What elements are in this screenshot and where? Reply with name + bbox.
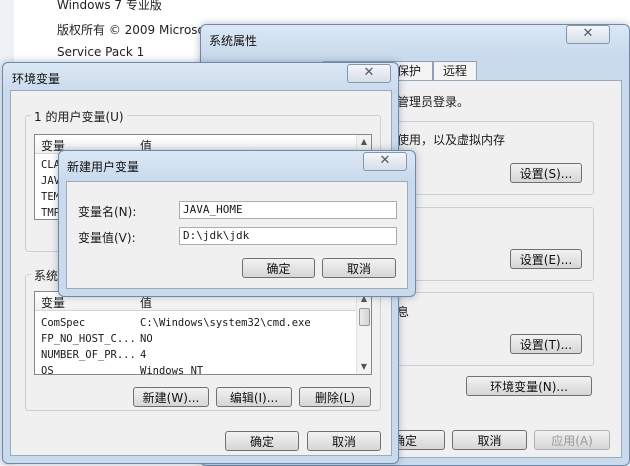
tab-remote[interactable]: 远程 <box>433 61 477 81</box>
startup-settings-button[interactable]: 设置(T)... <box>510 334 582 354</box>
edit-variable-button[interactable]: 编辑(I)... <box>216 387 292 407</box>
table-row[interactable]: OS Windows_NT <box>35 363 357 374</box>
system-variables-label: 系统 <box>31 267 62 284</box>
new-user-variable-dialog: 新建用户变量 ✕ 变量名(N): JAVA_HOME 变量值(V): D:\jd… <box>58 150 416 297</box>
system-properties-apply-button[interactable]: 应用(A) <box>534 430 610 450</box>
variable-value-input[interactable]: D:\jdk\jdk <box>179 227 397 245</box>
environment-variables-ok-button[interactable]: 确定 <box>225 431 299 451</box>
environment-variables-title: 环境变量 <box>12 72 61 86</box>
variable-name-input[interactable]: JAVA_HOME <box>179 201 397 219</box>
service-pack-text: Service Pack 1 <box>57 45 145 59</box>
system-variables-list[interactable]: 变量 值 ComSpec C:\Windows\system32\cmd.exe … <box>34 291 372 375</box>
windows-edition-text: Windows 7 专业版 <box>57 0 162 12</box>
close-icon: ✕ <box>363 65 375 80</box>
new-variable-cancel-button[interactable]: 取消 <box>322 258 396 278</box>
new-user-variable-title: 新建用户变量 <box>67 160 140 174</box>
delete-variable-button[interactable]: 删除(L) <box>299 387 371 407</box>
table-row[interactable]: FP_NO_HOST_C... NO <box>35 331 357 347</box>
environment-variables-close-button[interactable]: ✕ <box>347 64 391 83</box>
scroll-down-icon[interactable]: ▼ <box>357 360 371 374</box>
system-list-scrollbar[interactable]: ▲ ▼ <box>356 292 371 374</box>
copyright-text: 版权所有 © 2009 Microso <box>57 23 205 37</box>
new-variable-button[interactable]: 新建(W)... <box>133 387 209 407</box>
close-icon: ✕ <box>582 26 594 41</box>
new-user-variable-client: 变量名(N): JAVA_HOME 变量值(V): D:\jdk\jdk 确定 … <box>66 181 408 289</box>
new-variable-ok-button[interactable]: 确定 <box>242 258 315 278</box>
system-properties-cancel-button[interactable]: 取消 <box>452 430 527 450</box>
variable-value-label: 变量值(V): <box>78 231 136 245</box>
table-row[interactable]: NUMBER_OF_PR... 4 <box>35 347 357 363</box>
performance-settings-button[interactable]: 设置(S)... <box>510 163 582 183</box>
new-user-variable-close-button[interactable]: ✕ <box>363 152 407 171</box>
scroll-thumb[interactable] <box>359 308 370 326</box>
system-properties-title: 系统属性 <box>209 34 258 48</box>
scroll-up-icon[interactable]: ▲ <box>357 135 371 149</box>
environment-variables-button[interactable]: 环境变量(N)... <box>466 376 592 396</box>
profiles-settings-button[interactable]: 设置(E)... <box>510 249 582 269</box>
close-icon: ✕ <box>379 153 391 168</box>
variable-name-label: 变量名(N): <box>78 205 137 219</box>
user-variables-label: 1 的用户变量(U) <box>31 108 127 125</box>
system-properties-close-button[interactable]: ✕ <box>566 25 610 44</box>
performance-note: 使用，以及虚拟内存 <box>397 133 506 147</box>
admin-note: 管理员登录。 <box>397 95 470 109</box>
environment-variables-cancel-button[interactable]: 取消 <box>307 431 381 451</box>
table-row[interactable]: ComSpec C:\Windows\system32\cmd.exe <box>35 315 357 331</box>
